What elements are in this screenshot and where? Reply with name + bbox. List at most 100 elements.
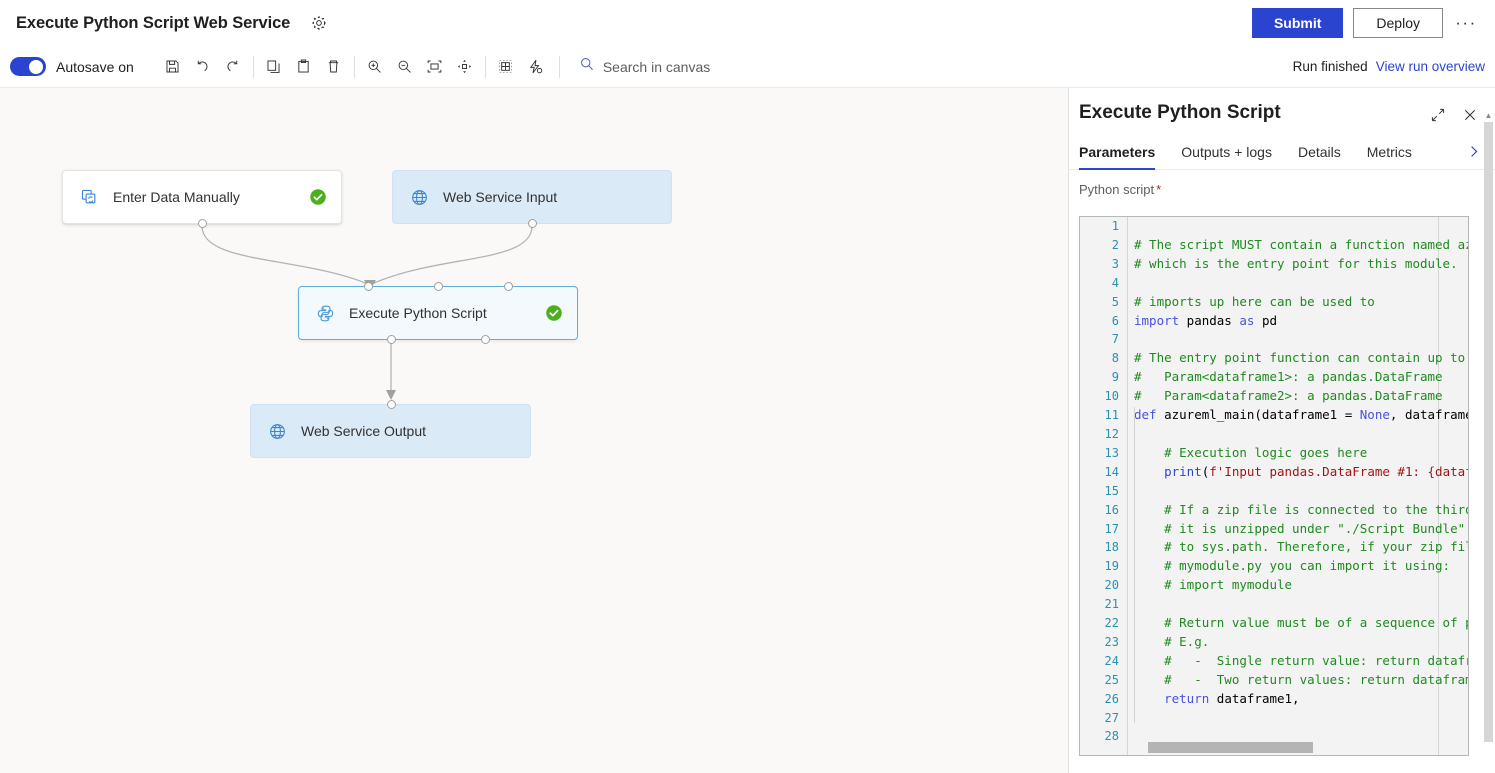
node-web-service-output[interactable]: Web Service Output: [250, 400, 531, 458]
editor-code-line: # - Two return values: return dataframe1…: [1164, 671, 1468, 687]
editor-line-number: 21: [1104, 597, 1119, 612]
editor-code-line: # import mymodule: [1134, 577, 1293, 593]
search-in-canvas[interactable]: Search in canvas: [579, 56, 710, 77]
undo-icon[interactable]: [188, 52, 218, 82]
editor-line-number: 18: [1104, 540, 1119, 555]
toggle-knob: [29, 59, 43, 74]
zoom-out-icon[interactable]: [390, 52, 420, 82]
editor-code-line: def azureml_main(dataframe1 = None, data…: [1134, 407, 1468, 423]
submit-button[interactable]: Submit: [1251, 8, 1344, 38]
panel-header: Execute Python Script: [1069, 88, 1495, 124]
expand-icon[interactable]: [1429, 106, 1447, 124]
node-web-service-input[interactable]: Web Service Input: [392, 170, 672, 228]
globe-icon: [267, 421, 287, 441]
delete-icon[interactable]: [319, 52, 349, 82]
editor-code-line: # If a zip file is connected to the thir…: [1164, 501, 1468, 517]
page-title: Execute Python Script Web Service: [16, 13, 291, 32]
edge-arrowhead-wsoutput-in: [386, 390, 396, 400]
editor-code-line: [1128, 217, 1468, 236]
grid-icon[interactable]: [491, 52, 521, 82]
input-port-3[interactable]: [504, 282, 513, 291]
required-marker: *: [1156, 182, 1162, 197]
python-icon: [315, 303, 335, 323]
editor-horizontal-scrollbar[interactable]: [1148, 742, 1313, 753]
save-icon[interactable]: [158, 52, 188, 82]
search-icon: [579, 56, 595, 77]
run-settings-icon[interactable]: [521, 52, 551, 82]
chevron-right-icon[interactable]: [1466, 144, 1481, 163]
panel-scroll-up-caret[interactable]: ▲: [1483, 110, 1494, 121]
output-port-2[interactable]: [481, 335, 490, 344]
editor-code-line: print(f'Input pandas.DataFrame #1: {data…: [1164, 463, 1468, 479]
editor-line-number: 20: [1104, 578, 1119, 593]
toolbar-divider: [484, 55, 486, 78]
copy-icon[interactable]: [259, 52, 289, 82]
editor-indent-guide: [1134, 407, 1135, 723]
editor-line-number: 7: [1111, 332, 1119, 347]
editor-code-line: [1128, 274, 1468, 293]
output-port[interactable]: [198, 219, 207, 228]
editor-line-number: 8: [1111, 351, 1119, 366]
editor-gutter: 1 2 3 4 5 6 7 8 9 10 11 12 13 14 15 16 17 18 19 20 21 22 23 24 2…: [1080, 217, 1128, 755]
python-script-editor[interactable]: 1 2 3 4 5 6 7 8 9 10 11 12 13 14 15 16 17 18 19 20 21 22 23 24 2…: [1079, 216, 1469, 756]
input-port[interactable]: [387, 400, 396, 409]
output-port-1[interactable]: [387, 335, 396, 344]
zoom-in-icon[interactable]: [360, 52, 390, 82]
node-enter-data-manually[interactable]: Enter Data Manually: [62, 170, 342, 228]
editor-code-line: # Param<dataframe1>: a pandas.DataFrame: [1134, 369, 1443, 385]
tab-parameters[interactable]: Parameters: [1079, 138, 1156, 170]
editor-line-number: 10: [1104, 389, 1119, 404]
toolbar-divider: [353, 55, 355, 78]
gear-icon[interactable]: [306, 10, 332, 36]
editor-line-number: 28: [1104, 729, 1119, 744]
node-execute-python-script[interactable]: Execute Python Script: [298, 282, 578, 344]
autosave-toggle[interactable]: [10, 57, 46, 76]
panel-vertical-scrollbar[interactable]: [1484, 122, 1493, 742]
view-run-overview-link[interactable]: View run overview: [1376, 59, 1485, 74]
command-toolbar: Autosave on Search in canvas Run finishe…: [0, 46, 1495, 88]
editor-line-number: 4: [1111, 275, 1119, 290]
editor-line-number: 14: [1104, 464, 1119, 479]
tab-outputs-logs[interactable]: Outputs + logs: [1181, 138, 1272, 169]
search-input[interactable]: Search in canvas: [603, 59, 710, 75]
editor-code-line: # mymodule.py you can import it using:: [1134, 558, 1451, 574]
editor-code-line: # it is unzipped under "./Script Bundle"…: [1164, 520, 1468, 536]
editor-code-line: # E.g.: [1134, 633, 1210, 649]
editor-code-area[interactable]: # The script MUST contain a function nam…: [1128, 217, 1468, 755]
edge-enter-data-to-python: [201, 225, 369, 285]
editor-line-number: 23: [1104, 634, 1119, 649]
title-bar-actions: Submit Deploy ···: [1251, 8, 1495, 38]
deploy-button[interactable]: Deploy: [1353, 8, 1443, 38]
editor-line-number: 13: [1104, 445, 1119, 460]
fit-to-screen-icon[interactable]: [420, 52, 450, 82]
field-label-text: Python script: [1079, 182, 1155, 197]
title-bar: Execute Python Script Web Service Submit…: [0, 0, 1495, 46]
editor-line-number: 2: [1111, 237, 1119, 252]
pipeline-canvas[interactable]: Enter Data Manually Web Service Input Ex…: [0, 88, 1068, 773]
toolbar-divider: [252, 55, 254, 78]
editor-line-number: 9: [1111, 370, 1119, 385]
tab-details[interactable]: Details: [1298, 138, 1341, 169]
status-badge-succeeded: [309, 188, 327, 206]
editor-line-number: 5: [1111, 294, 1119, 309]
editor-line-number: 11: [1104, 408, 1119, 423]
input-port-1[interactable]: [364, 282, 373, 291]
auto-layout-icon[interactable]: [450, 52, 480, 82]
paste-icon[interactable]: [289, 52, 319, 82]
redo-icon[interactable]: [218, 52, 248, 82]
editor-line-number: 6: [1111, 313, 1119, 328]
editor-line-number: 3: [1111, 256, 1119, 271]
more-options-icon[interactable]: ···: [1449, 8, 1483, 38]
run-status-text: Run finished: [1292, 59, 1368, 74]
output-port[interactable]: [528, 219, 537, 228]
editor-code-line: # which is the entry point for this modu…: [1134, 255, 1458, 271]
editor-line-number: 25: [1104, 672, 1119, 687]
close-icon[interactable]: [1461, 106, 1479, 124]
editor-code-line: [1128, 330, 1468, 349]
editor-code-line: # Return value must be of a sequence of …: [1164, 615, 1468, 631]
tab-metrics[interactable]: Metrics: [1367, 138, 1412, 169]
editor-code-line: [1128, 482, 1468, 501]
input-port-2[interactable]: [434, 282, 443, 291]
node-label: Execute Python Script: [349, 305, 487, 321]
editor-line-number: 26: [1104, 691, 1119, 706]
